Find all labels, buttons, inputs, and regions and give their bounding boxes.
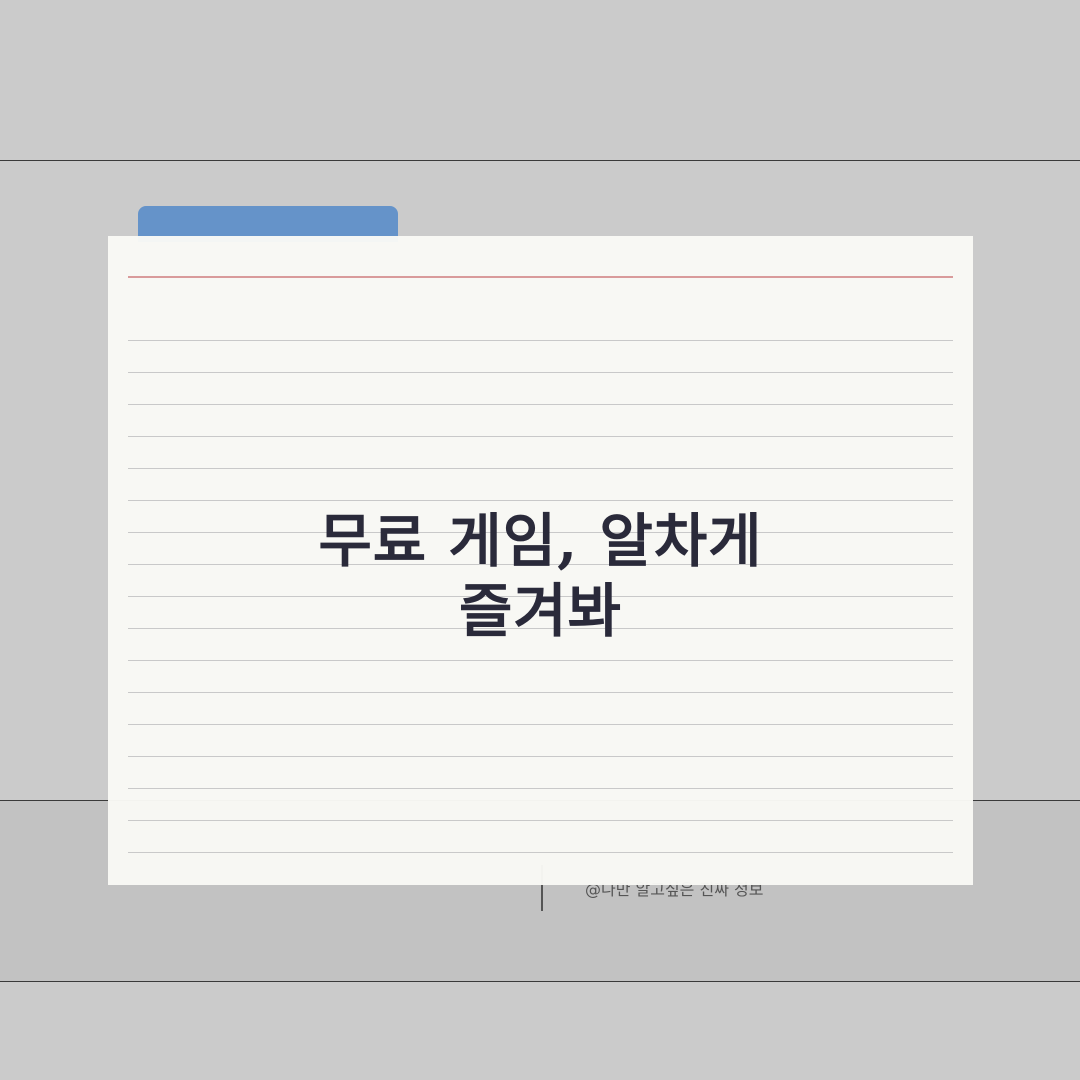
canvas: @나만 알고싶은 진짜 정보 무료 게임, 알차게 즐겨봐 bbox=[0, 0, 1080, 1080]
footer-bottom-divider bbox=[0, 981, 1080, 982]
card-title: 무료 게임, 알차게 즐겨봐 bbox=[108, 506, 973, 646]
margin-rule bbox=[128, 276, 953, 278]
card-title-line-2: 즐겨봐 bbox=[458, 577, 623, 645]
card-title-line-1: 무료 게임, 알차게 bbox=[318, 507, 763, 575]
note-card: 무료 게임, 알차게 즐겨봐 bbox=[108, 236, 973, 885]
top-divider bbox=[0, 160, 1080, 161]
